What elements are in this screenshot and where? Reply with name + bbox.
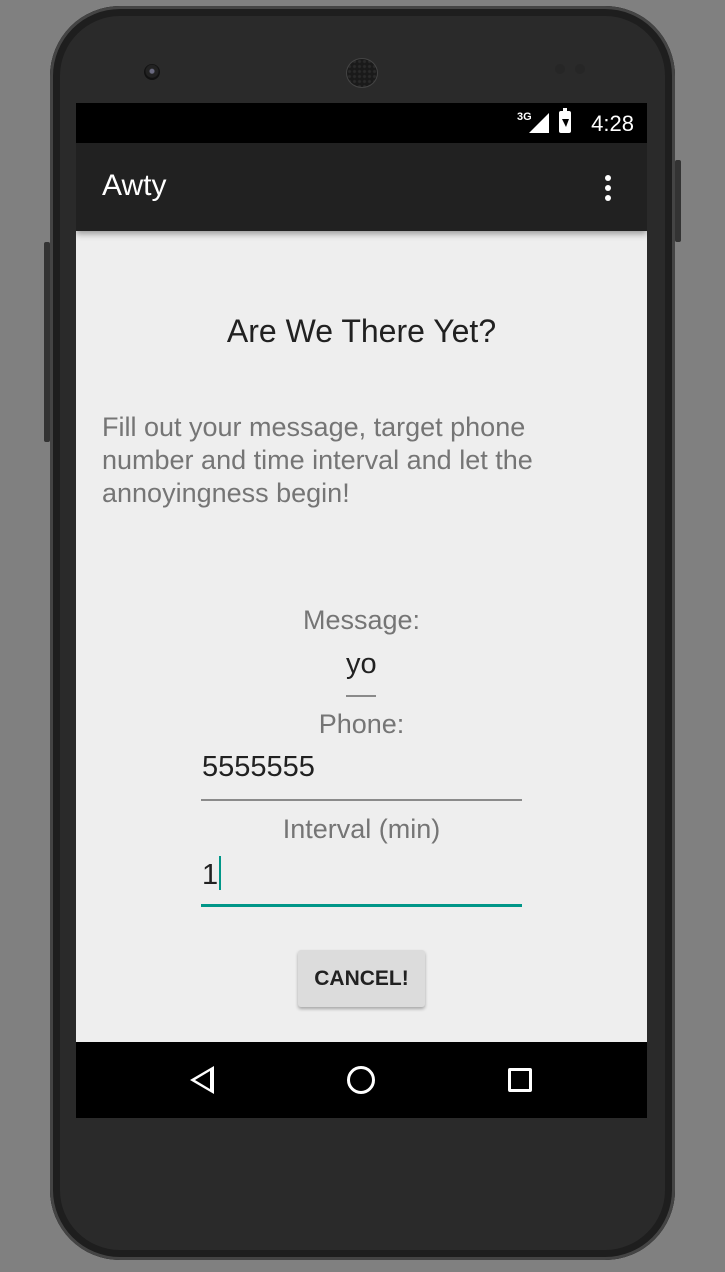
home-icon[interactable] <box>347 1066 375 1094</box>
more-vert-icon[interactable] <box>598 173 618 203</box>
interval-value: 1 <box>202 859 219 891</box>
proximity-sensor <box>555 64 565 74</box>
text-cursor <box>219 856 222 890</box>
recents-icon[interactable] <box>508 1068 532 1092</box>
battery-charging-icon <box>559 108 571 133</box>
app-title: Awty <box>102 169 167 202</box>
volume-button <box>44 242 50 442</box>
page-title: Are We There Yet? <box>226 313 497 349</box>
main-content: Are We There Yet? Fill out your message,… <box>76 231 647 1042</box>
status-time: 4:28 <box>591 111 634 136</box>
light-sensor <box>575 64 585 74</box>
back-icon[interactable] <box>190 1066 214 1094</box>
earpiece-speaker <box>346 58 378 88</box>
cancel-button[interactable]: CANCEL! <box>298 950 425 1007</box>
phone-field[interactable]: 5555555 <box>201 751 522 801</box>
message-value: yo <box>346 648 377 680</box>
interval-field[interactable]: 1 <box>201 856 522 907</box>
interval-label: Interval (min) <box>282 814 441 844</box>
app-bar: Awty <box>76 143 647 231</box>
phone-label: Phone: <box>318 709 405 739</box>
status-bar: 3G 4:28 <box>76 103 647 143</box>
power-button <box>675 160 681 242</box>
message-label: Message: <box>302 605 421 635</box>
signal-icon <box>529 113 549 133</box>
instructions-text: Fill out your message, target phone numb… <box>102 412 533 508</box>
device-screen: 3G 4:28 Awty Are We There Yet? Fill out … <box>76 103 647 1118</box>
phone-value: 5555555 <box>202 751 315 783</box>
front-camera <box>144 64 160 80</box>
navigation-bar <box>76 1042 647 1118</box>
status-icons: 3G <box>515 108 575 135</box>
message-field[interactable]: yo <box>346 648 377 697</box>
